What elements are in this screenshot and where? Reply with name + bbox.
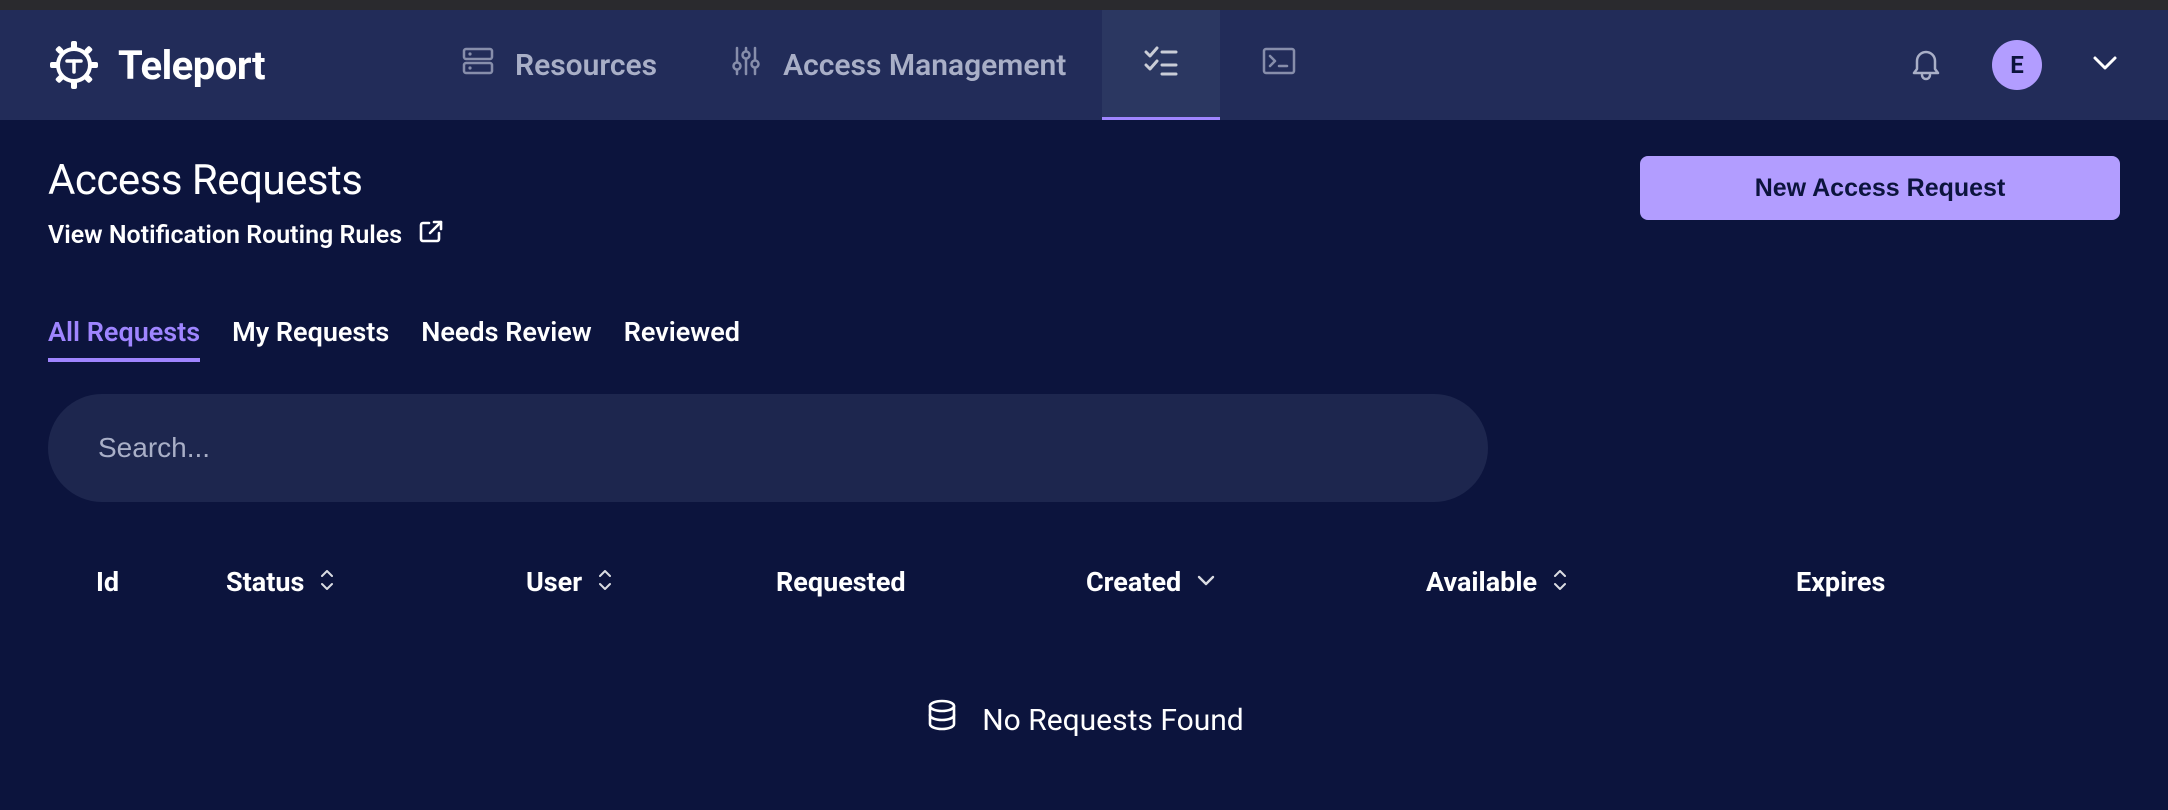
user-menu-toggle[interactable] — [2090, 48, 2120, 82]
new-access-request-button[interactable]: New Access Request — [1640, 156, 2120, 220]
brand-name: Teleport — [118, 42, 265, 89]
chevron-down-icon — [2090, 48, 2120, 82]
column-user[interactable]: User — [526, 566, 776, 598]
page-header-left: Access Requests View Notification Routin… — [48, 156, 444, 252]
column-requested[interactable]: Requested — [776, 566, 1086, 598]
nav-resources-label: Resources — [515, 48, 657, 83]
column-user-label: User — [526, 566, 582, 598]
bell-icon — [1908, 45, 1944, 85]
server-icon — [461, 44, 495, 86]
top-nav: Resources Access Management — [425, 10, 1338, 120]
routing-rules-link[interactable]: View Notification Routing Rules — [48, 219, 444, 252]
notifications-button[interactable] — [1908, 45, 1944, 85]
database-icon — [924, 698, 960, 742]
user-avatar-initial: E — [2010, 51, 2024, 79]
column-expires[interactable]: Expires — [1796, 566, 2072, 598]
column-id-label: Id — [96, 566, 119, 598]
sort-icon — [1551, 566, 1569, 598]
nav-access-requests[interactable] — [1102, 10, 1220, 120]
search-container — [48, 394, 1488, 502]
user-avatar[interactable]: E — [1992, 40, 2042, 90]
sort-icon — [318, 566, 336, 598]
column-id[interactable]: Id — [96, 566, 226, 598]
checklist-icon — [1142, 42, 1180, 88]
page-header: Access Requests View Notification Routin… — [48, 156, 2120, 252]
brand-logo-icon — [48, 39, 100, 91]
topbar-right: E — [1908, 40, 2120, 90]
nav-terminal[interactable] — [1220, 10, 1338, 120]
search-input[interactable] — [96, 431, 1440, 465]
column-requested-label: Requested — [776, 566, 906, 598]
column-expires-label: Expires — [1796, 566, 1885, 598]
column-created[interactable]: Created — [1086, 566, 1426, 598]
column-available[interactable]: Available — [1426, 566, 1796, 598]
column-available-label: Available — [1426, 566, 1537, 598]
empty-state-text: No Requests Found — [982, 703, 1243, 738]
brand[interactable]: Teleport — [48, 39, 265, 91]
nav-access-management[interactable]: Access Management — [693, 10, 1102, 120]
request-tabs: All Requests My Requests Needs Review Re… — [48, 316, 2120, 362]
chevron-down-icon — [1195, 566, 1217, 598]
table-header: Id Status User Requested — [48, 566, 2120, 598]
nav-resources[interactable]: Resources — [425, 10, 693, 120]
column-status[interactable]: Status — [226, 566, 526, 598]
routing-rules-link-label: View Notification Routing Rules — [48, 221, 402, 250]
tab-all-requests[interactable]: All Requests — [48, 316, 200, 362]
app-root: Teleport Resources — [0, 10, 2168, 810]
page-content: Access Requests View Notification Routin… — [0, 120, 2168, 810]
tab-needs-review[interactable]: Needs Review — [421, 316, 591, 362]
nav-access-management-label: Access Management — [783, 48, 1066, 83]
column-status-label: Status — [226, 566, 304, 598]
column-created-label: Created — [1086, 566, 1181, 598]
terminal-icon — [1260, 42, 1298, 88]
sort-icon — [596, 566, 614, 598]
window-chrome — [0, 0, 2168, 10]
external-link-icon — [418, 219, 444, 252]
tab-my-requests[interactable]: My Requests — [232, 316, 389, 362]
page-title: Access Requests — [48, 156, 444, 205]
empty-state: No Requests Found — [48, 698, 2120, 742]
topbar: Teleport Resources — [0, 10, 2168, 120]
tab-reviewed[interactable]: Reviewed — [624, 316, 740, 362]
sliders-icon — [729, 44, 763, 86]
